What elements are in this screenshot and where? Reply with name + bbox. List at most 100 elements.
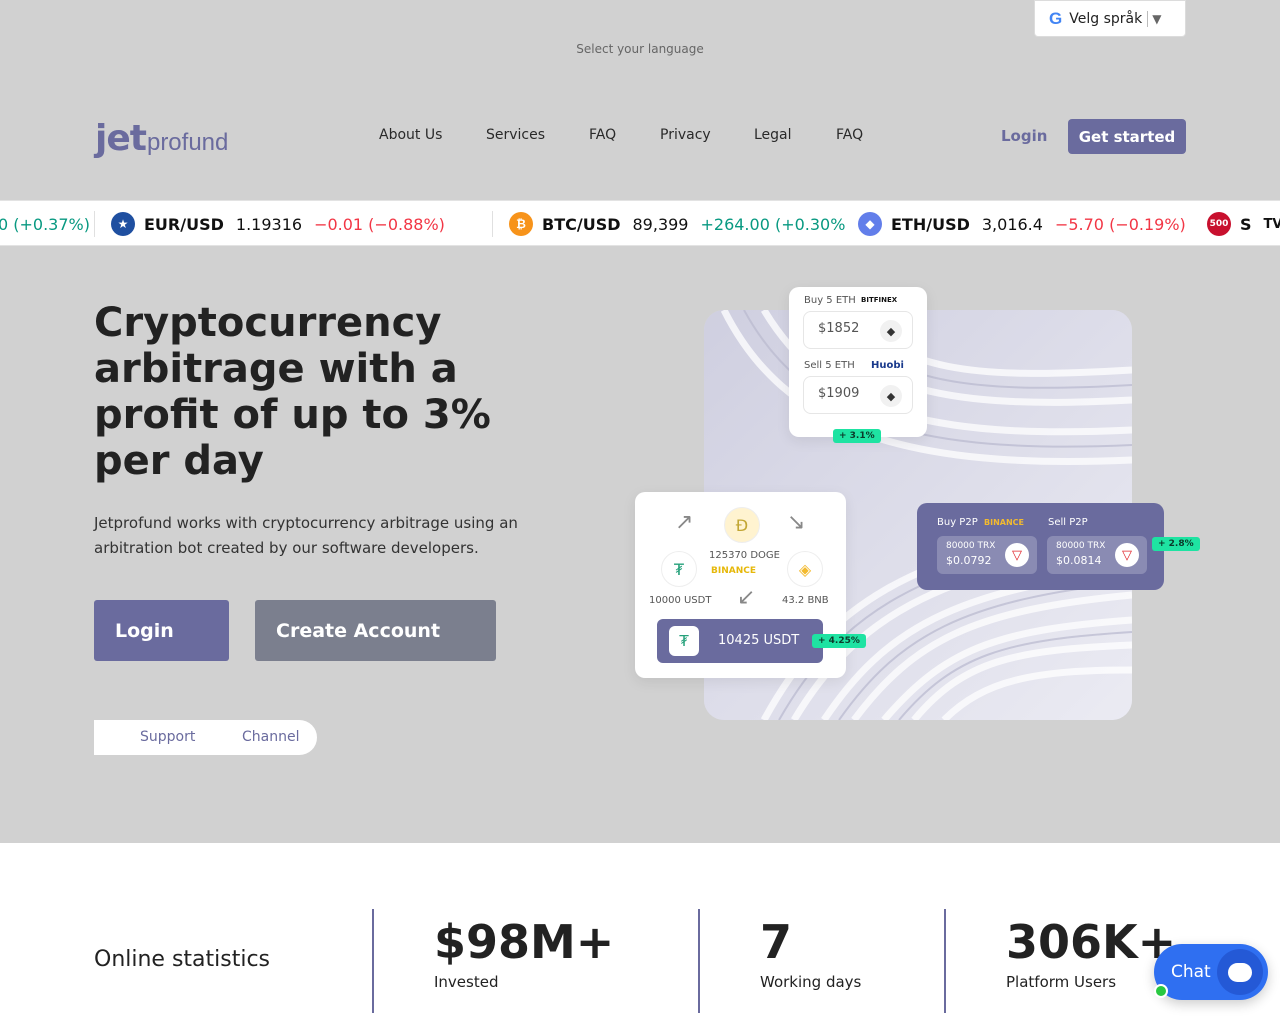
caret-down-icon: ▼ (1152, 11, 1162, 26)
buy-price: $1852 (818, 321, 860, 336)
spread-badge: + 3.1% (833, 429, 881, 443)
arrow-down-right-icon: ↘ (787, 510, 806, 535)
bitfinex-logo: BITFINEX (861, 296, 898, 304)
ticker-change: 0 (+0.37%) (0, 214, 90, 234)
tron-icon: ▽ (1005, 543, 1029, 567)
stat-value: 306K+ (1006, 915, 1177, 969)
triangle-arbitrage-card: ↗ ↘ Ð 125370 DOGE BINANCE ₮ ◈ 10000 USDT… (635, 492, 846, 678)
stat-working-days: 7 Working days (698, 909, 861, 1013)
stat-caption: Platform Users (1006, 973, 1117, 991)
language-selector[interactable]: G Velg språk ▼ (1034, 0, 1186, 37)
arrow-up-right-icon: ↗ (675, 510, 694, 535)
nav-privacy[interactable]: Privacy (660, 127, 711, 143)
bitcoin-icon: ₿ (509, 212, 533, 236)
ethereum-icon: ◆ (880, 320, 902, 342)
ticker-price: 1.19316 (235, 214, 303, 234)
nav-about-us[interactable]: About Us (379, 127, 442, 143)
p2p-sell-amount: 80000 TRX (1056, 541, 1106, 551)
result-gain-badge: + 4.25% (812, 634, 866, 648)
ticker-symbol: BTC/USD (542, 214, 621, 234)
divider (1147, 10, 1149, 27)
sell-label: Sell 5 ETH (804, 360, 855, 371)
sell-price-box: $1909 ◆ (803, 376, 913, 414)
ethereum-icon: ◆ (858, 212, 882, 236)
p2p-buy-box: 80000 TRX $0.0792 ▽ (937, 536, 1037, 574)
doge-amount: 125370 DOGE (709, 550, 780, 561)
tether-icon: ₮ (669, 626, 699, 656)
support-link[interactable]: Support (140, 729, 195, 745)
ethereum-icon: ◆ (880, 385, 902, 407)
logo-main: jet (95, 118, 147, 159)
header-login-link[interactable]: Login (1001, 127, 1047, 145)
hero-description: Jetprofund works with cryptocurrency arb… (94, 514, 518, 557)
eu-us-flag-icon: ★ (111, 212, 135, 236)
chat-widget-button[interactable]: Chat (1154, 944, 1268, 1000)
stat-caption: Working days (760, 973, 862, 991)
ticker-symbol: S (1240, 214, 1252, 234)
binance-logo: BINANCE (984, 518, 1024, 527)
chat-bubble-icon (1217, 949, 1263, 995)
p2p-buy-label: Buy P2P (937, 517, 978, 528)
hero-login-button[interactable]: Login (94, 600, 229, 661)
p2p-gain-badge: + 2.8% (1152, 537, 1200, 551)
chat-label: Chat (1171, 962, 1211, 982)
bnb-amount: 43.2 BNB (782, 595, 829, 606)
sell-price: $1909 (818, 386, 860, 401)
result-amount: 10425 USDT (718, 633, 800, 648)
huobi-logo: Huobi (871, 360, 904, 371)
arrow-down-left-icon: ↙ (737, 585, 756, 610)
nav-services[interactable]: Services (486, 127, 545, 143)
ticker-divider (94, 211, 95, 237)
nav-legal[interactable]: Legal (754, 127, 792, 143)
stat-caption: Invested (434, 973, 499, 991)
support-channel-toggle: Support Channel (94, 720, 317, 755)
nav-faq[interactable]: FAQ (589, 127, 616, 143)
hero-title: Cryptocurrency arbitrage with a profit o… (94, 300, 491, 484)
get-started-button[interactable]: Get started (1068, 119, 1186, 154)
p2p-buy-amount: 80000 TRX (946, 541, 996, 551)
tradingview-icon: TV (1263, 216, 1280, 232)
p2p-buy-price: $0.0792 (946, 554, 992, 567)
tether-icon: ₮ (661, 551, 697, 587)
tron-icon: ▽ (1115, 543, 1139, 567)
buy-price-box: $1852 ◆ (803, 311, 913, 349)
statistics-label: Online statistics (94, 947, 271, 972)
ticker-change: −5.70 (−0.19%) (1054, 214, 1186, 234)
ticker-item-eurusd[interactable]: ★ EUR/USD 1.19316 −0.01 (−0.88%) (111, 201, 445, 245)
p2p-sell-label: Sell P2P (1048, 517, 1088, 528)
ticker-item-btcusd[interactable]: ₿ BTC/USD 89,399 +264.00 (+0.30% (509, 201, 846, 245)
stat-value: 7 (760, 915, 793, 969)
ticker-price: 89,399 (632, 214, 689, 234)
create-account-button[interactable]: Create Account (255, 600, 496, 661)
logo[interactable]: jet profund (95, 118, 229, 159)
binance-logo: BINANCE (711, 566, 756, 576)
ticker-symbol: EUR/USD (144, 214, 224, 234)
stat-value: $98M+ (434, 915, 615, 969)
google-icon: G (1049, 8, 1063, 28)
stat-platform-users: 306K+ Platform Users (944, 909, 1176, 1013)
dogecoin-icon: Ð (724, 507, 760, 543)
language-hint: Select your language (576, 42, 704, 56)
result-box: ₮ 10425 USDT (657, 619, 823, 663)
ticker-item-sp500[interactable]: 500 S TV (1207, 201, 1280, 245)
nav-faq-2[interactable]: FAQ (836, 127, 863, 143)
sp500-icon: 500 (1207, 212, 1231, 236)
p2p-sell-price: $0.0814 (1056, 554, 1102, 567)
channel-link[interactable]: Channel (242, 729, 299, 745)
eth-arbitrage-card: Buy 5 ETH BITFINEX $1852 ◆ Sell 5 ETH Hu… (789, 287, 927, 437)
ticker-divider (492, 211, 493, 237)
usdt-amount: 10000 USDT (649, 595, 712, 606)
ticker-change: +264.00 (+0.30% (700, 214, 846, 234)
bnb-icon: ◈ (787, 551, 823, 587)
stat-invested: $98M+ Invested (372, 909, 614, 1013)
logo-sub: profund (146, 129, 229, 156)
ticker-change: −0.01 (−0.88%) (314, 214, 445, 234)
price-ticker[interactable]: 0 (+0.37%) ★ EUR/USD 1.19316 −0.01 (−0.8… (0, 200, 1280, 246)
buy-label: Buy 5 ETH (804, 295, 856, 306)
ticker-item[interactable]: 0 (+0.37%) (0, 201, 90, 245)
ticker-price: 3,016.4 (981, 214, 1043, 234)
language-selector-label: Velg språk (1069, 10, 1143, 27)
online-status-dot (1154, 984, 1168, 998)
ticker-item-ethusd[interactable]: ◆ ETH/USD 3,016.4 −5.70 (−0.19%) (858, 201, 1186, 245)
ticker-symbol: ETH/USD (891, 214, 970, 234)
